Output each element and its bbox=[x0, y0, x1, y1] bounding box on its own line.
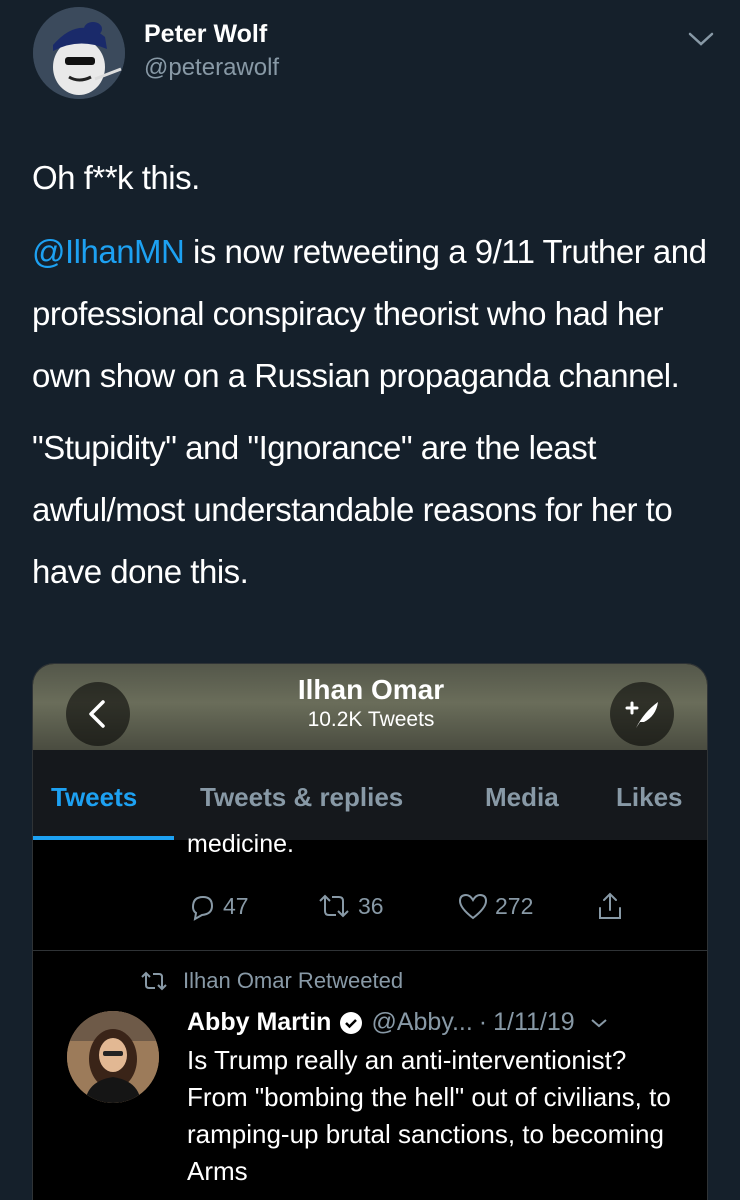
like-count: 272 bbox=[495, 892, 534, 919]
share-icon bbox=[599, 892, 621, 919]
author-handle[interactable]: @peterawolf bbox=[144, 54, 279, 82]
retweet-date[interactable]: 1/11/19 bbox=[493, 1008, 575, 1037]
tweet-divider bbox=[33, 950, 707, 951]
timeline: medicine. 47 36 272 Ilhan Omar Retweeted bbox=[33, 830, 707, 1200]
heart-icon bbox=[458, 893, 488, 920]
reply-button[interactable]: 47 bbox=[187, 886, 249, 926]
tab-tweets[interactable]: Tweets bbox=[51, 782, 137, 813]
reply-icon bbox=[191, 895, 214, 921]
retweet-header: Abby Martin @Abby... · 1/11/19 bbox=[187, 1008, 609, 1037]
compose-button[interactable] bbox=[610, 682, 674, 746]
author-name[interactable]: Peter Wolf bbox=[144, 20, 267, 49]
retweet-icon bbox=[319, 894, 349, 918]
tab-media[interactable]: Media bbox=[485, 782, 559, 813]
tweet-text-line1: Oh f**k this. bbox=[32, 159, 200, 196]
tab-tweets-and-replies[interactable]: Tweets & replies bbox=[200, 782, 403, 813]
retweeted-by[interactable]: Ilhan Omar Retweeted bbox=[139, 968, 403, 994]
reply-count: 47 bbox=[223, 892, 249, 919]
tweet-actions: 47 36 272 bbox=[33, 886, 707, 936]
previous-tweet-text: medicine. bbox=[187, 830, 294, 858]
retweet-small-icon bbox=[141, 971, 167, 991]
tweet-count: 10.2K Tweets bbox=[307, 708, 435, 731]
retweeted-by-label: Ilhan Omar Retweeted bbox=[183, 968, 404, 993]
mention-link[interactable]: @IlhanMN bbox=[32, 233, 185, 270]
retweet-author-handle[interactable]: @Abby... bbox=[371, 1008, 472, 1037]
retweet-count: 36 bbox=[358, 892, 384, 919]
retweet-text: Is Trump really an anti-interventionist?… bbox=[187, 1045, 671, 1186]
embedded-screenshot[interactable]: Ilhan Omar 10.2K Tweets Tweets Tweets & … bbox=[32, 663, 708, 1200]
tweet-text-line2: @IlhanMN is now retweeting a 9/11 Truthe… bbox=[32, 221, 722, 407]
verified-badge-icon bbox=[340, 1011, 363, 1034]
tweet-body: Oh f**k this. @IlhanMN is now retweeting… bbox=[32, 147, 722, 603]
chevron-down-icon[interactable] bbox=[589, 1016, 609, 1030]
author-avatar[interactable] bbox=[33, 7, 125, 99]
separator-dot: · bbox=[478, 1008, 488, 1036]
compose-feather-icon bbox=[625, 701, 658, 728]
tweet-text-line3: "Stupidity" and "Ignorance" are the leas… bbox=[32, 429, 673, 590]
chevron-down-icon[interactable] bbox=[686, 28, 716, 50]
tab-likes[interactable]: Likes bbox=[616, 782, 683, 813]
profile-tabs: Tweets Tweets & replies Media Likes bbox=[33, 750, 707, 841]
tweet-header: Peter Wolf @peterawolf bbox=[0, 0, 740, 120]
retweet-author-name[interactable]: Abby Martin bbox=[187, 1008, 331, 1037]
like-button[interactable]: 272 bbox=[457, 886, 533, 926]
share-button[interactable] bbox=[595, 886, 631, 926]
retweet-button[interactable]: 36 bbox=[316, 886, 384, 926]
retweet-author-avatar[interactable] bbox=[67, 1011, 159, 1103]
profile-name: Ilhan Omar bbox=[297, 674, 445, 705]
profile-header: Ilhan Omar 10.2K Tweets bbox=[33, 664, 707, 750]
